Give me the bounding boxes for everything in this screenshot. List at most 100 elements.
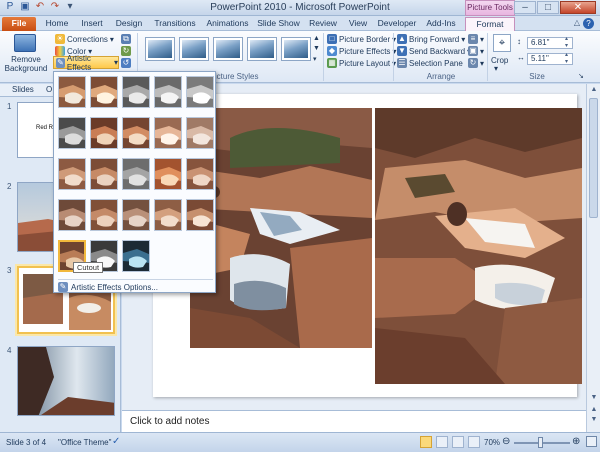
artistic-effect-paint-brush[interactable] (122, 117, 150, 149)
zoom-in-icon[interactable]: ⊕ (572, 436, 580, 447)
tab-home[interactable]: Home (42, 17, 72, 31)
width-icon: ↔ (517, 53, 525, 62)
artistic-effects-options-item[interactable]: ✎ Artistic Effects Options... (58, 281, 213, 293)
artistic-effect-pastels-smooth[interactable] (154, 199, 182, 231)
outline-tab[interactable]: O (46, 85, 52, 94)
size-dialog-launcher-icon[interactable]: ↘ (578, 72, 584, 80)
slide-sorter-icon[interactable] (436, 436, 448, 448)
scroll-down-icon[interactable]: ▼ (587, 394, 600, 404)
scroll-up-icon[interactable]: ▲ (587, 86, 600, 96)
artistic-effect-watercolor-sponge[interactable] (90, 158, 118, 190)
maximize-button[interactable]: □ (537, 1, 559, 14)
artistic-effect-mosaic-bubbles[interactable] (154, 158, 182, 190)
tab-format[interactable]: Format (465, 17, 515, 31)
change-picture-button[interactable]: ↻ (121, 46, 131, 56)
send-backward-button[interactable]: ▼ Send Backward▾ (397, 46, 471, 56)
minimize-button[interactable]: – (514, 1, 536, 14)
reading-view-icon[interactable] (452, 436, 464, 448)
artistic-effect-paint-strokes[interactable] (90, 117, 118, 149)
rotate-button[interactable]: ↻ ▾ (468, 58, 484, 68)
bring-forward-button[interactable]: ▲ Bring Forward ▾ (397, 34, 465, 44)
fit-to-window-icon[interactable] (586, 436, 597, 447)
artistic-effect-pencil-sketch[interactable] (154, 76, 182, 108)
artistic-effect-none[interactable] (58, 76, 86, 108)
scrollbar-thumb[interactable] (589, 98, 598, 218)
left-photo[interactable] (190, 108, 372, 348)
artistic-effect-chalk-sketch[interactable] (58, 117, 86, 149)
arrange-group-label: Arrange (426, 72, 456, 81)
artistic-effect-glass[interactable] (186, 158, 214, 190)
artistic-effect-plastic-wrap[interactable] (186, 199, 214, 231)
vertical-scrollbar[interactable]: ▲ ▼ ▲ ▼ (586, 84, 600, 432)
tab-view[interactable]: View (345, 17, 371, 31)
tab-developer[interactable]: Developer (376, 17, 418, 31)
slide-thumbnail-4[interactable] (17, 346, 115, 416)
previous-slide-icon[interactable]: ▲ (587, 406, 600, 416)
selection-pane-button[interactable]: ☰ Selection Pane (397, 58, 463, 68)
next-slide-icon[interactable]: ▼ (587, 416, 600, 426)
picture-style-2[interactable] (179, 37, 209, 61)
height-input[interactable]: 6.81" (527, 36, 573, 50)
current-slide[interactable] (153, 94, 582, 397)
width-input[interactable]: 5.11" (527, 52, 573, 66)
compress-pictures-button[interactable]: ⧉ (121, 34, 131, 44)
picture-border-button[interactable]: □ Picture Border ▾ (327, 34, 396, 44)
artistic-effects-button[interactable]: ✎ Artistic Effects ▾ (53, 54, 119, 72)
artistic-effect-texturizer[interactable] (90, 199, 118, 231)
help-icon[interactable]: ? (583, 18, 594, 29)
effect-tooltip: Cutout (73, 262, 103, 273)
styles-scroll-up-icon[interactable]: ▲ (313, 35, 320, 42)
group-button[interactable]: ▣ ▾ (468, 46, 484, 56)
layout-icon: ▦ (327, 58, 337, 68)
picture-style-5[interactable] (281, 37, 311, 61)
styles-more-icon[interactable]: ▾ (313, 55, 317, 63)
artistic-effect-crisscross-etching[interactable] (122, 199, 150, 231)
tab-design[interactable]: Design (112, 17, 146, 31)
picture-style-1[interactable] (145, 37, 175, 61)
tab-review[interactable]: Review (306, 17, 340, 31)
spell-check-icon[interactable]: ✓ (112, 436, 120, 447)
artistic-effect-light-screen[interactable] (58, 158, 86, 190)
close-button[interactable]: ✕ (560, 1, 596, 14)
artistic-effect-glow-edges[interactable] (122, 240, 150, 272)
artistic-effect-pencil-grayscale[interactable] (122, 76, 150, 108)
artistic-effect-marker[interactable] (90, 76, 118, 108)
tab-insert[interactable]: Insert (77, 17, 107, 31)
height-icon: ↕ (517, 37, 521, 46)
zoom-out-icon[interactable]: ⊖ (502, 436, 510, 447)
tab-slide-show[interactable]: Slide Show (256, 17, 301, 31)
picture-style-3[interactable] (213, 37, 243, 61)
artistic-effect-line-drawing[interactable] (186, 76, 214, 108)
tab-add-ins[interactable]: Add-Ins (423, 17, 459, 31)
minimize-ribbon-icon[interactable]: △ (574, 18, 580, 27)
reset-picture-button[interactable]: ↺ (121, 58, 131, 68)
tab-animations[interactable]: Animations (204, 17, 251, 31)
slide-show-icon[interactable] (468, 436, 480, 448)
tab-file[interactable]: File (2, 17, 36, 31)
artistic-effect-film-grain[interactable] (122, 158, 150, 190)
compress-icon: ⧉ (121, 34, 131, 44)
artistic-effects-menu: ✎ Artistic Effects Options... (53, 71, 216, 293)
picture-style-4[interactable] (247, 37, 277, 61)
artistic-effect-blur[interactable] (186, 117, 214, 149)
sun-icon: ☀ (55, 34, 65, 44)
zoom-level[interactable]: 70% (484, 438, 500, 447)
picture-tools-label: Picture Tools (465, 0, 515, 16)
slides-tab[interactable]: Slides (12, 85, 34, 94)
crop-icon[interactable]: ⌖ (493, 34, 511, 52)
tab-transitions[interactable]: Transitions (151, 17, 199, 31)
artistic-effect-cement[interactable] (58, 199, 86, 231)
styles-scroll-down-icon[interactable]: ▼ (313, 45, 320, 52)
artistic-effect-glow-diffused[interactable] (154, 117, 182, 149)
remove-background-icon[interactable] (14, 34, 36, 52)
picture-layout-button[interactable]: ▦ Picture Layout ▾ (327, 58, 396, 68)
corrections-button[interactable]: ☀ Corrections ▾ (55, 34, 114, 44)
right-photo-cutout[interactable] (375, 108, 582, 384)
notes-pane[interactable]: Click to add notes (122, 410, 590, 432)
remove-background-button[interactable]: Remove Background (3, 55, 49, 73)
zoom-slider-thumb[interactable] (538, 437, 543, 448)
align-button[interactable]: ≡ ▾ (468, 34, 484, 44)
picture-effects-button[interactable]: ◆ Picture Effects ▾ (327, 46, 396, 56)
normal-view-icon[interactable] (420, 436, 432, 448)
slide-number: 1 (7, 102, 12, 111)
